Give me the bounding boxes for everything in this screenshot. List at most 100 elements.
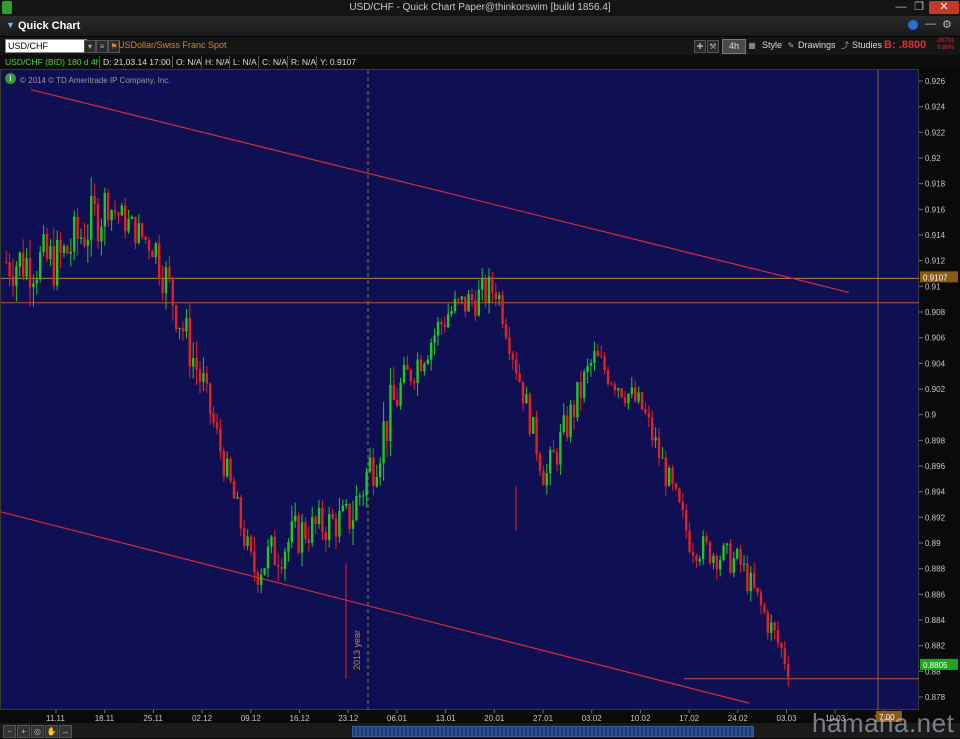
candle-body — [467, 294, 470, 312]
y-tick-label: 0.918 — [925, 180, 946, 189]
collapse-arrow-icon[interactable]: ▼ — [6, 20, 15, 30]
info-y: Y: 0.9107 — [316, 56, 356, 68]
hand-pan-icon[interactable]: ✋ — [45, 725, 58, 738]
minimize-panel-icon[interactable]: — — [925, 18, 936, 30]
candle-body — [766, 612, 769, 633]
candle-body — [450, 311, 453, 315]
candle-body — [96, 204, 100, 242]
expand-icon[interactable]: ↔ — [59, 725, 72, 738]
close-icon[interactable]: ✕ — [929, 1, 959, 14]
y-tick-label: 0.898 — [925, 436, 946, 445]
candle-body — [287, 542, 290, 552]
candle-body — [491, 276, 494, 293]
zoom-fit-icon[interactable]: ◎ — [31, 725, 44, 738]
time-axis[interactable]: 11.11 18.11 25.11 02.12 09.12 16.12 23.12 06.01… — [0, 710, 919, 723]
candle-body — [555, 452, 559, 465]
y-tick-label: 0.91 — [925, 282, 941, 291]
candle-body — [205, 373, 208, 384]
symbol-description: USDollar/Swiss Franc Spot — [118, 40, 227, 50]
chart-plot-area[interactable] — [0, 69, 920, 711]
symbol-menu-icon[interactable]: ≡ — [96, 40, 108, 53]
candle-body — [202, 373, 205, 382]
chart-canvas[interactable] — [0, 70, 920, 711]
wrench-icon[interactable]: ⚒ — [707, 40, 719, 53]
candle-body — [198, 369, 202, 382]
candle-body — [651, 417, 654, 441]
x-tick-label: 18.11 — [95, 714, 115, 723]
candle-body — [399, 382, 402, 406]
candle-body — [759, 592, 763, 606]
candle-body — [498, 295, 501, 300]
candle-body — [256, 572, 259, 586]
y-tick-label: 0.906 — [925, 334, 946, 343]
y-tick-label: 0.902 — [925, 385, 946, 394]
candle-body — [440, 321, 443, 325]
pencil-icon: ✎ — [787, 41, 795, 50]
candle-body — [25, 258, 28, 277]
candle-body — [736, 549, 739, 559]
candle-body — [481, 278, 484, 290]
y-tick-label: 0.896 — [925, 462, 946, 471]
candle-body — [22, 252, 25, 277]
candle-body — [413, 381, 416, 384]
candle-body — [695, 555, 698, 562]
link-dot-icon[interactable] — [908, 20, 918, 30]
x-tick-label: 02.12 — [192, 714, 213, 723]
candle-body — [640, 392, 644, 410]
candle-body — [226, 458, 229, 477]
candle-body — [283, 551, 287, 569]
candle-body — [362, 495, 365, 497]
candle-body — [345, 503, 348, 506]
panel-title: Quick Chart — [18, 20, 81, 32]
x-tick-label: 23.12 — [338, 714, 359, 723]
candle-body — [76, 216, 79, 239]
candle-body — [297, 515, 300, 553]
y-tick-label: 0.908 — [925, 308, 946, 317]
studies-button[interactable]: Studies — [852, 39, 882, 52]
candle-body — [382, 421, 385, 464]
candle-body — [644, 409, 647, 413]
chart-scrollbar[interactable] — [352, 726, 754, 737]
timeframe-button[interactable]: 4h — [722, 39, 746, 54]
maximize-icon[interactable]: ❐ — [911, 1, 927, 14]
x-tick-label: 10.02 — [630, 714, 651, 723]
candle-body — [239, 497, 242, 529]
candle-body — [321, 508, 324, 533]
candle-body — [739, 549, 742, 565]
candle-body — [314, 516, 317, 525]
candle-body — [311, 516, 314, 543]
candle-body — [147, 239, 151, 252]
candle-body — [630, 387, 633, 394]
candle-body — [508, 337, 511, 354]
crosshair-tool-icon[interactable]: ✚ — [694, 40, 706, 53]
symbol-input[interactable]: USD/CHF — [5, 39, 87, 53]
candle-body — [783, 648, 786, 665]
gear-icon[interactable]: ⚙ — [942, 18, 952, 31]
time-axis-canvas: 11.11 18.11 25.11 02.12 09.12 16.12 23.12 06.01… — [46, 710, 902, 723]
candle-body — [120, 205, 123, 216]
drawings-button[interactable]: Drawings — [798, 39, 836, 52]
info-icon[interactable]: i — [5, 73, 16, 84]
zoom-out-icon[interactable]: − — [3, 725, 16, 738]
candle-body — [392, 384, 395, 400]
candle-body — [341, 505, 344, 512]
candle-body — [45, 233, 49, 259]
candle-body — [168, 267, 171, 279]
candle-body — [515, 359, 518, 374]
price-axis[interactable]: 0.926 0.924 0.922 0.92 0.918 0.916 0.914 0.912 0… — [919, 69, 960, 710]
style-button[interactable]: Style — [762, 39, 782, 52]
candle-body — [623, 397, 627, 404]
zoom-in-icon[interactable]: + — [17, 725, 30, 738]
candle-body — [674, 483, 678, 489]
candle-body — [379, 463, 382, 478]
watermark: hamana.net — [812, 708, 955, 738]
candle-body — [52, 246, 55, 286]
candle-body — [426, 359, 429, 364]
minimize-icon[interactable]: — — [893, 1, 909, 14]
candle-body — [69, 251, 72, 254]
candle-body — [212, 413, 215, 423]
candle-body — [66, 246, 69, 254]
candle-body — [484, 278, 487, 303]
symbol-dropdown-icon[interactable]: ▾ — [84, 40, 96, 53]
candle-body — [535, 417, 538, 455]
